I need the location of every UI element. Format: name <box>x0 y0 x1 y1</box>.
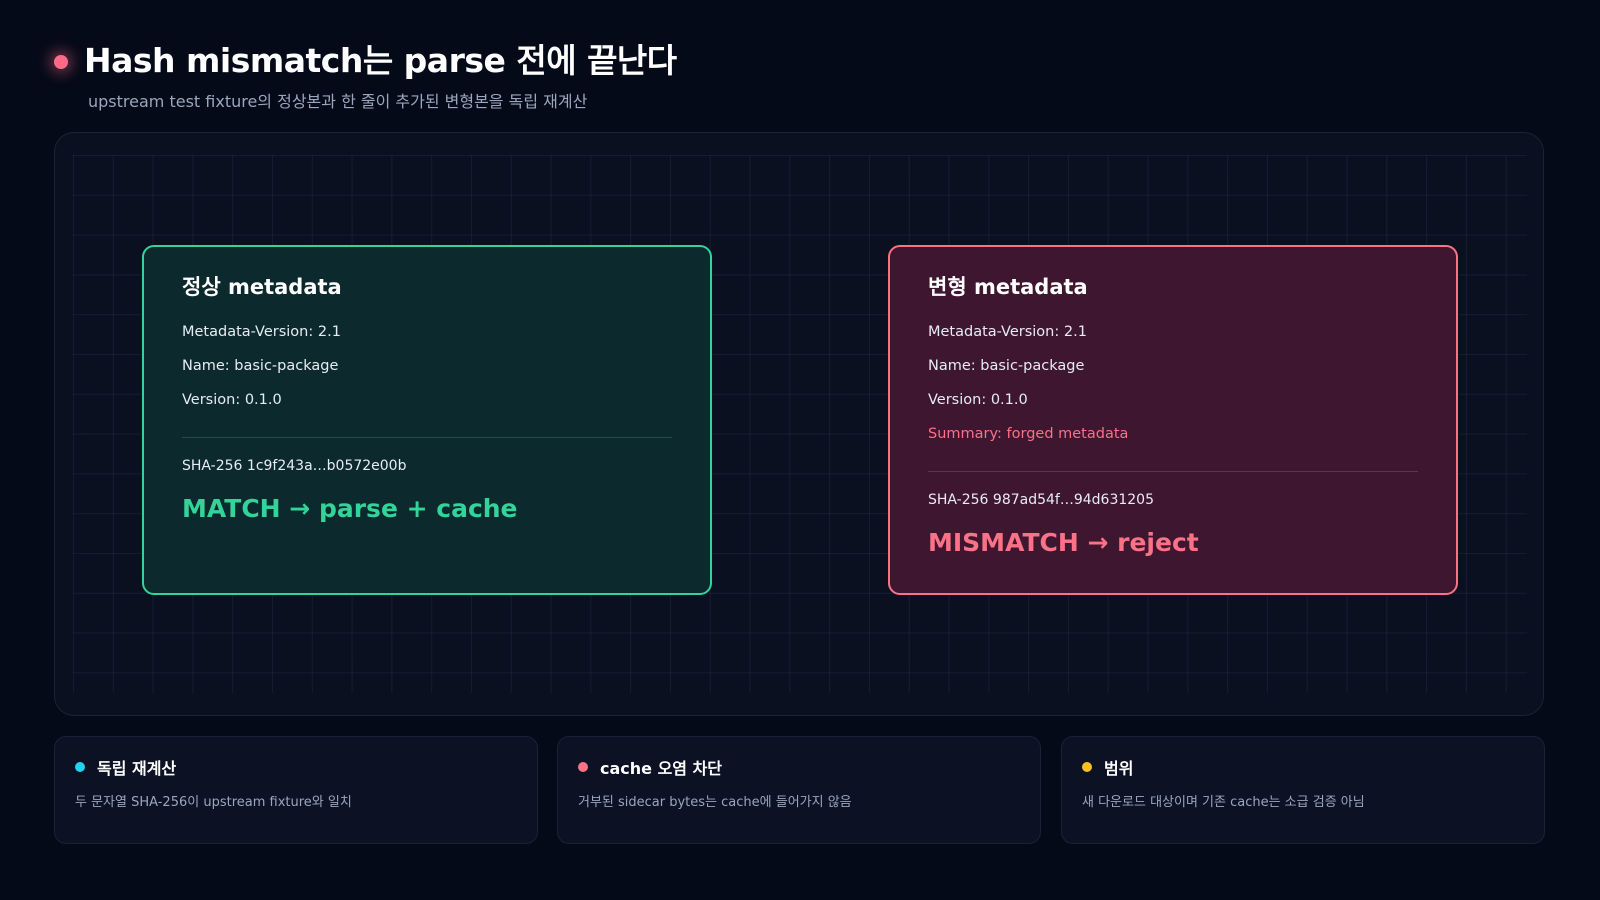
page-subtitle: upstream test fixture의 정상본과 한 줄이 추가된 변형본… <box>88 92 588 111</box>
cyan-dot-icon <box>75 762 85 772</box>
note-card-cache-block: cache 오염 차단 거부된 sidecar bytes는 cache에 들어… <box>557 736 1041 844</box>
pink-dot-icon <box>578 762 588 772</box>
forged-verdict: MISMATCH → reject <box>928 528 1199 557</box>
normal-verdict: MATCH → parse + cache <box>182 494 518 523</box>
normal-card-divider <box>182 437 672 438</box>
note-cache-block-body: 거부된 sidecar bytes는 cache에 들어가지 않음 <box>578 795 852 810</box>
note-recompute-header: 독립 재계산 <box>75 755 517 779</box>
note-scope-body: 새 다운로드 대상이며 기존 cache는 소급 검증 아님 <box>1082 795 1365 810</box>
forged-summary-line: Summary: forged metadata <box>928 426 1129 442</box>
forged-sha256: SHA-256 987ad54f…94d631205 <box>928 492 1154 508</box>
title-status-dot <box>54 55 68 69</box>
forged-metadata-pkg-version: Version: 0.1.0 <box>928 392 1028 408</box>
normal-metadata-name: Name: basic-package <box>182 358 339 374</box>
forged-metadata-version: Metadata-Version: 2.1 <box>928 324 1087 340</box>
forged-metadata-name: Name: basic-package <box>928 358 1085 374</box>
forged-metadata-card: 변형 metadata Metadata-Version: 2.1 Name: … <box>888 245 1458 595</box>
forged-card-title: 변형 metadata <box>928 275 1088 299</box>
normal-card-title: 정상 metadata <box>182 275 342 299</box>
note-recompute-title: 독립 재계산 <box>97 759 177 778</box>
note-recompute-body: 두 문자열 SHA-256이 upstream fixture와 일치 <box>75 795 352 810</box>
yellow-dot-icon <box>1082 762 1092 772</box>
page-title: Hash mismatch는 parse 전에 끝난다 <box>84 41 677 80</box>
note-cache-block-title: cache 오염 차단 <box>600 759 723 778</box>
note-scope-header: 범위 <box>1082 755 1524 779</box>
note-card-scope: 범위 새 다운로드 대상이며 기존 cache는 소급 검증 아님 <box>1061 736 1545 844</box>
note-cache-block-header: cache 오염 차단 <box>578 755 1020 779</box>
normal-metadata-pkg-version: Version: 0.1.0 <box>182 392 282 408</box>
normal-metadata-version: Metadata-Version: 2.1 <box>182 324 341 340</box>
note-card-recompute: 독립 재계산 두 문자열 SHA-256이 upstream fixture와 … <box>54 736 538 844</box>
forged-card-divider <box>928 471 1418 472</box>
normal-metadata-card: 정상 metadata Metadata-Version: 2.1 Name: … <box>142 245 712 595</box>
normal-sha256: SHA-256 1c9f243a…b0572e00b <box>182 458 407 474</box>
note-scope-title: 범위 <box>1104 759 1134 778</box>
